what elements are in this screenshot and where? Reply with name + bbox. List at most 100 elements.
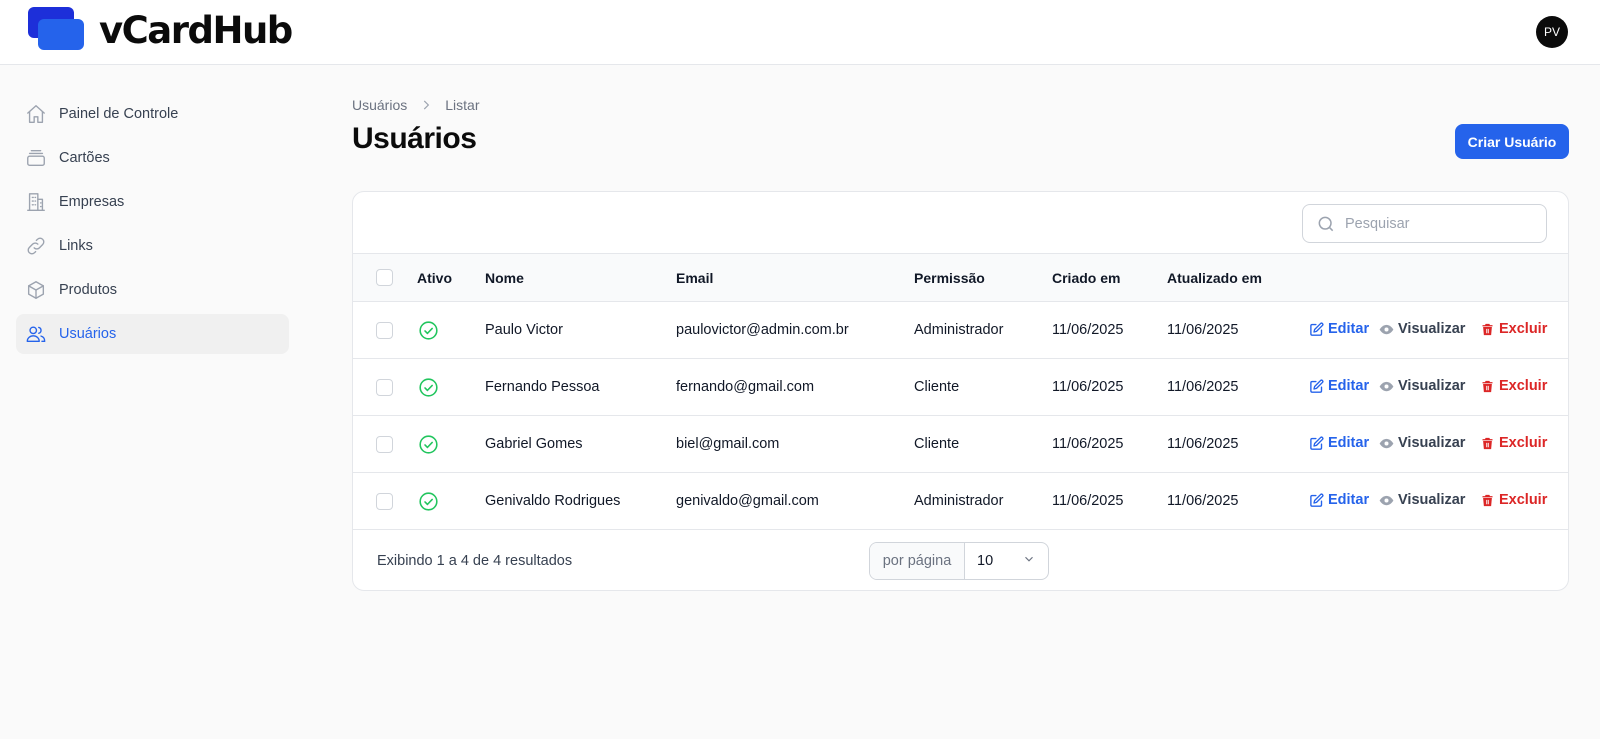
- row-checkbox[interactable]: [376, 493, 393, 510]
- users-icon: [24, 322, 48, 346]
- trash-icon: [1482, 437, 1493, 449]
- column-header-criado[interactable]: Criado em: [1052, 270, 1120, 286]
- cell-name: Genivaldo Rodrigues: [485, 493, 621, 509]
- cell-updated: 11/06/2025: [1167, 493, 1239, 509]
- cell-email: paulovictor@admin.com.br: [676, 322, 849, 338]
- users-table-card: Ativo Nome Email Permissão Criado em Atu…: [352, 191, 1569, 591]
- per-page-label: por página: [870, 543, 965, 579]
- view-label: Visualizar: [1398, 321, 1466, 337]
- sidebar-item-painel[interactable]: Painel de Controle: [16, 94, 289, 134]
- sidebar-item-produtos[interactable]: Produtos: [16, 270, 289, 310]
- sidebar-item-cartoes[interactable]: Cartões: [16, 138, 289, 178]
- column-header-permissao[interactable]: Permissão: [914, 270, 985, 286]
- delete-button[interactable]: Excluir: [1480, 492, 1547, 508]
- trash-icon: [1482, 323, 1493, 335]
- trash-icon: [1482, 494, 1493, 506]
- breadcrumb-current: Listar: [445, 97, 480, 113]
- search-icon: [1316, 214, 1336, 234]
- cell-email: genivaldo@gmail.com: [676, 493, 819, 509]
- edit-label: Editar: [1328, 492, 1370, 508]
- table-row: Fernando Pessoa fernando@gmail.com Cliente…: [353, 359, 1568, 416]
- search-input[interactable]: [1345, 215, 1525, 232]
- search-box[interactable]: [1302, 204, 1547, 243]
- sidebar-item-usuarios[interactable]: Usuários: [16, 314, 289, 354]
- sidebar-item-empresas[interactable]: Empresas: [16, 182, 289, 222]
- cell-name: Paulo Victor: [485, 322, 563, 338]
- view-button[interactable]: Visualizar: [1379, 492, 1465, 508]
- column-header-nome[interactable]: Nome: [485, 270, 524, 286]
- view-button[interactable]: Visualizar: [1379, 378, 1465, 394]
- delete-button[interactable]: Excluir: [1480, 378, 1547, 394]
- delete-label: Excluir: [1499, 321, 1548, 337]
- edit-icon: [1310, 436, 1324, 450]
- page-title: Usuários: [352, 122, 477, 155]
- sidebar-item-label: Empresas: [59, 194, 125, 210]
- building-icon: [24, 190, 48, 214]
- table-row: Genivaldo Rodrigues genivaldo@gmail.com Ad…: [353, 473, 1568, 530]
- cell-role: Administrador: [914, 322, 1004, 338]
- cell-created: 11/06/2025: [1052, 379, 1124, 395]
- edit-label: Editar: [1328, 435, 1370, 451]
- check-circle-icon: [418, 434, 439, 455]
- column-header-email[interactable]: Email: [676, 270, 713, 286]
- edit-button[interactable]: Editar: [1309, 435, 1369, 451]
- chevron-down-icon: [1022, 552, 1036, 570]
- row-checkbox[interactable]: [376, 436, 393, 453]
- link-icon: [24, 234, 48, 258]
- edit-button[interactable]: Editar: [1309, 378, 1369, 394]
- pagination-summary: Exibindo 1 a 4 de 4 resultados: [377, 553, 573, 569]
- cell-role: Administrador: [914, 493, 1004, 509]
- edit-icon: [1310, 379, 1324, 393]
- home-icon: [24, 102, 48, 126]
- cell-email: biel@gmail.com: [676, 436, 780, 452]
- trash-icon: [1482, 380, 1493, 392]
- cell-role: Cliente: [914, 379, 960, 395]
- delete-button[interactable]: Excluir: [1480, 435, 1547, 451]
- breadcrumb-parent[interactable]: Usuários: [352, 97, 407, 113]
- per-page-select[interactable]: por página 10: [869, 542, 1049, 580]
- sidebar-item-label: Cartões: [59, 150, 110, 166]
- sidebar-item-label: Painel de Controle: [59, 106, 179, 122]
- table-header: Ativo Nome Email Permissão Criado em Atu…: [353, 253, 1568, 302]
- edit-label: Editar: [1328, 321, 1370, 337]
- edit-button[interactable]: Editar: [1309, 321, 1369, 337]
- delete-label: Excluir: [1499, 378, 1548, 394]
- top-bar: vCardHub PV: [0, 0, 1600, 65]
- view-button[interactable]: Visualizar: [1379, 435, 1465, 451]
- eye-icon: [1379, 438, 1394, 448]
- row-checkbox[interactable]: [376, 322, 393, 339]
- row-checkbox[interactable]: [376, 379, 393, 396]
- edit-button[interactable]: Editar: [1309, 492, 1369, 508]
- cell-created: 11/06/2025: [1052, 322, 1124, 338]
- delete-button[interactable]: Excluir: [1480, 321, 1547, 337]
- sidebar-item-label: Usuários: [59, 326, 117, 342]
- eye-icon: [1379, 381, 1394, 391]
- column-header-atualizado[interactable]: Atualizado em: [1167, 270, 1262, 286]
- eye-icon: [1379, 324, 1394, 334]
- cell-created: 11/06/2025: [1052, 493, 1124, 509]
- avatar[interactable]: PV: [1536, 16, 1568, 48]
- select-all-checkbox[interactable]: [376, 269, 393, 286]
- create-user-button[interactable]: Criar Usuário: [1455, 124, 1569, 159]
- cube-icon: [24, 278, 48, 302]
- view-label: Visualizar: [1398, 492, 1466, 508]
- per-page-dropdown[interactable]: 10: [965, 543, 1048, 579]
- edit-label: Editar: [1328, 378, 1370, 394]
- sidebar-item-label: Produtos: [59, 282, 118, 298]
- cards-stack-icon: [24, 146, 48, 170]
- eye-icon: [1379, 495, 1394, 505]
- delete-label: Excluir: [1499, 492, 1548, 508]
- column-header-ativo[interactable]: Ativo: [417, 270, 452, 286]
- view-button[interactable]: Visualizar: [1379, 321, 1465, 337]
- sidebar-item-links[interactable]: Links: [16, 226, 289, 266]
- table-row: Gabriel Gomes biel@gmail.com Cliente 11/06/…: [353, 416, 1568, 473]
- cell-role: Cliente: [914, 436, 960, 452]
- edit-icon: [1310, 493, 1324, 507]
- delete-label: Excluir: [1499, 435, 1548, 451]
- check-circle-icon: [418, 377, 439, 398]
- sidebar: Painel de Controle Cartões Empresas Link…: [16, 94, 289, 358]
- chevron-right-icon: [419, 98, 433, 112]
- cell-name: Fernando Pessoa: [485, 379, 600, 395]
- edit-icon: [1310, 322, 1324, 336]
- logo[interactable]: vCardHub: [28, 7, 293, 59]
